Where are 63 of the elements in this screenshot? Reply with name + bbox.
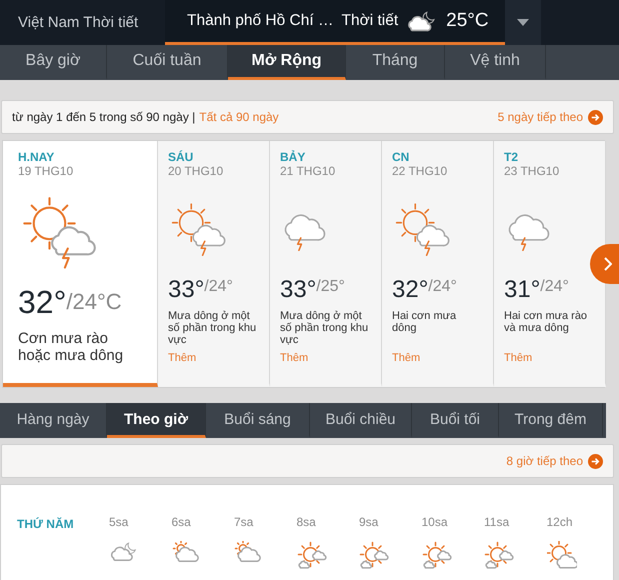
hour-label: 10sa [422, 515, 448, 529]
day-name: H.NAY [18, 150, 56, 164]
high-temperature: 33° [168, 276, 204, 304]
day-name: CN [392, 150, 410, 164]
day-date: 21 THG10 [280, 164, 336, 178]
nav-tab[interactable]: Tháng [346, 45, 445, 80]
location-selector[interactable]: Thành phố Hồ Chí … Thời tiết 25°C [165, 0, 505, 45]
period-tab[interactable]: Buổi sáng [206, 403, 310, 438]
cloud-moon-icon [109, 541, 139, 562]
day-name: BẢY [280, 150, 306, 164]
range-summary: từ ngày 1 đến 5 trong số 90 ngày | [12, 110, 196, 124]
low-temperature: /24° [204, 278, 233, 296]
arrow-right-icon [588, 110, 603, 124]
sun-clouds-icon [359, 541, 389, 571]
day-date: 22 THG10 [392, 164, 448, 178]
day-date: 19 THG10 [18, 164, 74, 178]
forecast-description: Hai cơn mưa rào và mưa dông [504, 310, 588, 334]
high-temperature: 31° [504, 276, 540, 304]
hour-label: 12ch [546, 515, 573, 529]
high-temperature: 33° [280, 276, 316, 304]
low-temperature: /24° [540, 278, 569, 296]
hour-label: 9sa [359, 515, 378, 529]
hour-label: 8sa [296, 515, 316, 529]
period-tab[interactable]: Trong đêm [499, 403, 603, 438]
forecast-description: Cơn mưa rào hoặc mưa dông [18, 331, 124, 364]
site-title[interactable]: Việt Nam Thời tiết [0, 0, 165, 45]
forecast-description: Mưa dông ở một số phần trong khu vực [280, 310, 370, 346]
low-temperature: /25° [316, 278, 345, 296]
nav-tab[interactable]: Vệ tinh [445, 45, 546, 80]
low-temperature: /24° [428, 278, 457, 296]
arrow-right-icon [588, 454, 603, 468]
forecast-description: Hai cơn mưa dông [392, 310, 458, 334]
sun-cloud-icon [234, 541, 264, 562]
period-tab[interactable]: Theo giờ [107, 403, 206, 438]
sun-clouds-icon [422, 541, 452, 571]
high-temperature: 32° [18, 284, 66, 321]
hour-label: 11sa [484, 515, 510, 529]
period-tab[interactable]: Buổi chiều [310, 403, 412, 438]
nav-tab[interactable]: Bây giờ [0, 45, 107, 80]
sun-cloud-icon [172, 541, 202, 562]
day-name: T2 [504, 150, 520, 164]
high-temperature: 32° [392, 276, 428, 304]
location-name: Thành phố Hồ Chí … [187, 12, 334, 30]
hour-label: 5sa [109, 515, 128, 529]
sun-clouds-icon [484, 541, 514, 571]
nav-tab[interactable]: Mở Rộng [228, 45, 346, 80]
dropdown-button[interactable] [505, 0, 541, 45]
sun-clouds-icon [296, 541, 326, 571]
day-date: 23 THG10 [504, 164, 560, 178]
low-temperature: /24°C [66, 289, 122, 315]
hour-label: 7sa [234, 515, 254, 529]
sun-cloud-icon [546, 541, 576, 571]
hour-label: 6sa [172, 515, 191, 529]
current-temperature: 25°C [446, 10, 489, 32]
day-label: THỨ NĂM [17, 517, 75, 533]
day-name: SÁU [168, 150, 194, 164]
period-tab[interactable]: Buổi tối [412, 403, 499, 438]
day-card[interactable]: H.NAY 19 THG10 32°/24°C Cơn mưa rào hoặc mưa dông [3, 141, 158, 387]
weather-label: Thời tiết [341, 12, 398, 30]
caret-icon [517, 19, 529, 26]
forecast-description: Mưa dông ở một số phần trong khu vực [168, 310, 258, 346]
day-date: 20 THG10 [168, 164, 224, 178]
chevron-right-icon [604, 257, 612, 271]
